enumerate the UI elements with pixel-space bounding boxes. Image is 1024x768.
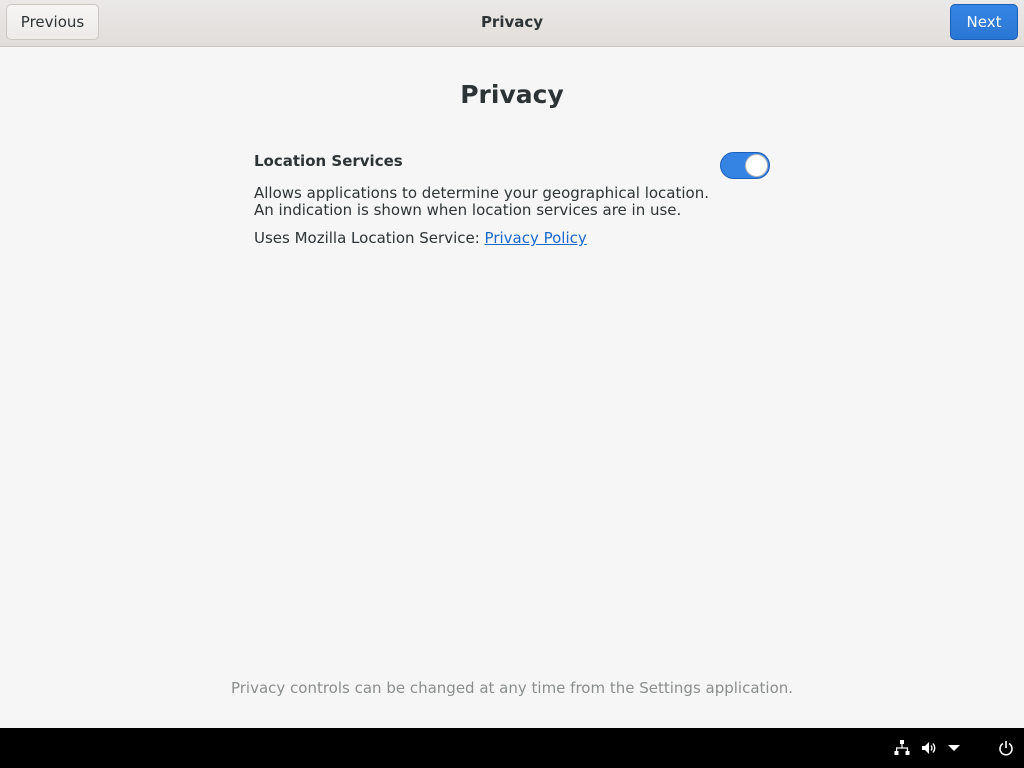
location-services-label: Location Services xyxy=(254,152,403,170)
header-title: Privacy xyxy=(480,13,544,31)
location-service-provider: Uses Mozilla Location Service: Privacy P… xyxy=(254,229,770,247)
footer-note: Privacy controls can be changed at any t… xyxy=(230,679,794,697)
location-services-description: Allows applications to determine your ge… xyxy=(254,184,709,219)
next-button[interactable]: Next xyxy=(950,4,1018,40)
page-title: Privacy xyxy=(460,80,564,109)
uses-prefix: Uses Mozilla Location Service: xyxy=(254,229,485,247)
header-bar: Previous Privacy Next xyxy=(0,0,1024,47)
main-content: Privacy Location Services Allows applica… xyxy=(0,48,1024,728)
power-icon[interactable] xyxy=(996,738,1016,758)
location-services-toggle[interactable] xyxy=(720,152,770,179)
privacy-policy-link[interactable]: Privacy Policy xyxy=(485,229,587,247)
volume-icon[interactable] xyxy=(919,738,939,758)
menu-arrow-icon[interactable] xyxy=(944,738,964,758)
location-services-section: Location Services Allows applications to… xyxy=(254,152,770,247)
system-panel xyxy=(0,728,1024,768)
next-button-label: Next xyxy=(966,13,1002,31)
toggle-knob xyxy=(745,154,768,177)
network-wired-icon[interactable] xyxy=(892,738,912,758)
